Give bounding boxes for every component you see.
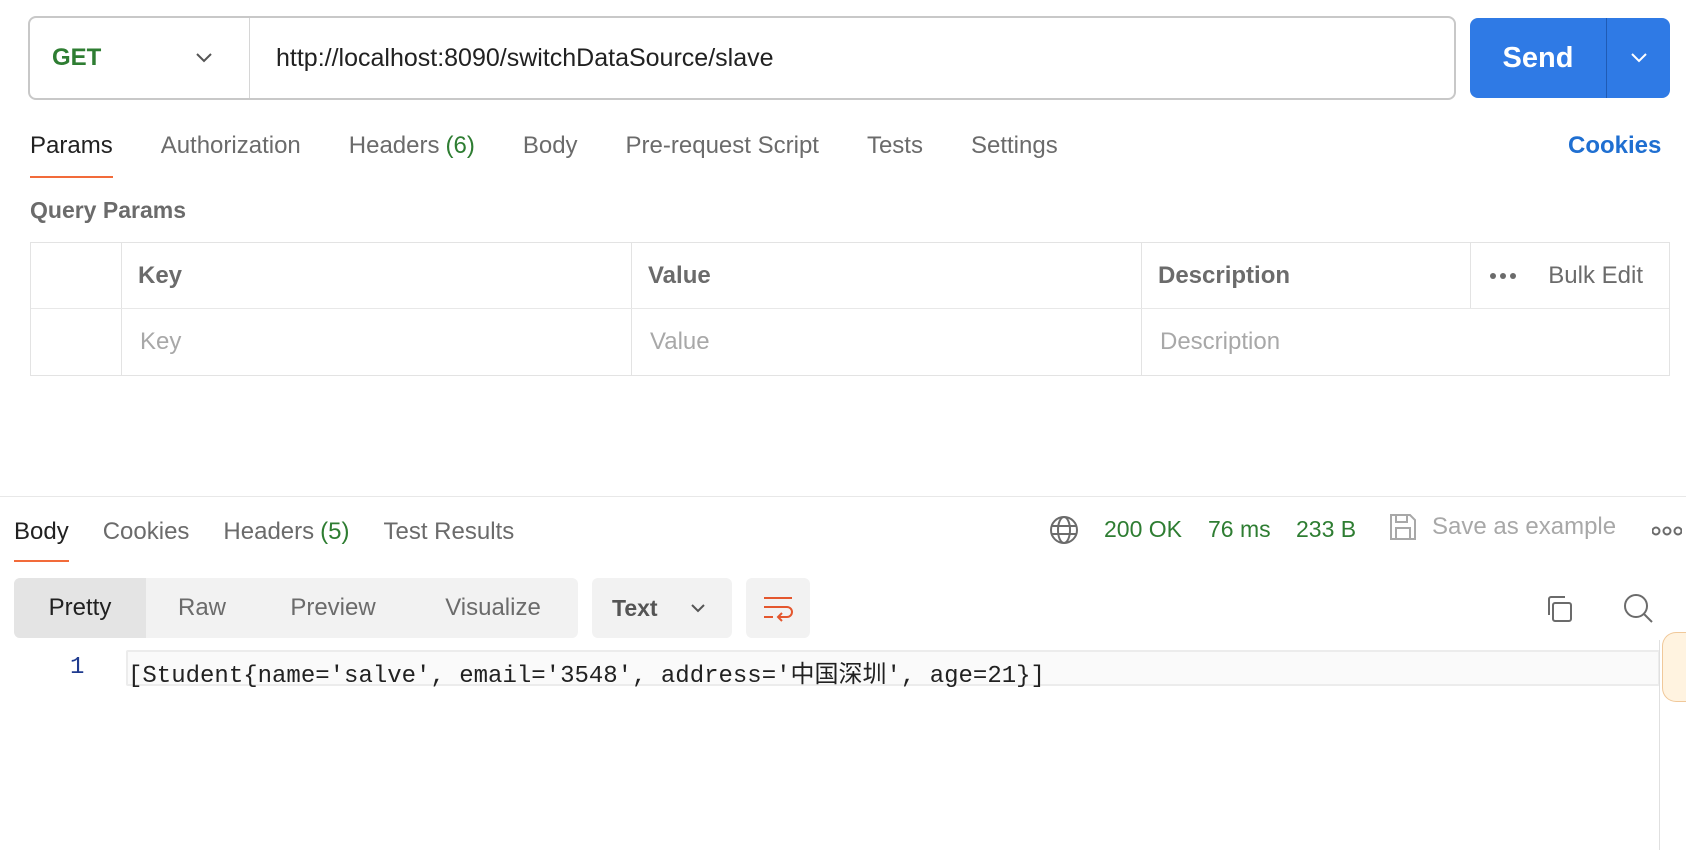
response-tab-test-results[interactable]: Test Results bbox=[383, 512, 514, 562]
key-column-header: Key bbox=[122, 243, 632, 308]
checkbox-column-header bbox=[31, 243, 122, 308]
format-label: Text bbox=[612, 594, 658, 621]
description-input[interactable]: Description bbox=[1142, 309, 1669, 375]
view-mode-preview[interactable]: Preview bbox=[258, 578, 408, 638]
send-options-button[interactable] bbox=[1606, 18, 1670, 98]
query-params-title: Query Params bbox=[30, 197, 186, 223]
view-mode-visualize[interactable]: Visualize bbox=[408, 578, 578, 638]
response-headers-count: (5) bbox=[320, 518, 350, 545]
send-button[interactable]: Send bbox=[1470, 18, 1606, 98]
view-mode-selector: Pretty Raw Preview Visualize bbox=[14, 578, 578, 638]
description-column-header: Description bbox=[1142, 243, 1471, 308]
headers-count: (6) bbox=[445, 132, 475, 159]
more-options-icon[interactable] bbox=[1652, 526, 1682, 536]
format-select[interactable]: Text bbox=[592, 578, 732, 638]
response-status[interactable]: 200 OK bbox=[1104, 516, 1182, 543]
response-tab-headers[interactable]: Headers (5) bbox=[223, 512, 349, 562]
key-input[interactable]: Key bbox=[122, 309, 632, 375]
chevron-down-icon bbox=[196, 53, 212, 63]
value-input[interactable]: Value bbox=[632, 309, 1142, 375]
search-icon[interactable] bbox=[1622, 592, 1654, 624]
copy-icon[interactable] bbox=[1544, 594, 1574, 624]
value-column-header: Value bbox=[632, 243, 1142, 308]
tab-params[interactable]: Params bbox=[30, 124, 113, 178]
method-select[interactable]: GET bbox=[30, 18, 250, 98]
chevron-down-icon bbox=[1630, 53, 1647, 63]
table-header-row: Key Value Description Bulk Edit bbox=[31, 243, 1669, 309]
save-as-example-label: Save as example bbox=[1432, 513, 1617, 540]
response-time[interactable]: 76 ms bbox=[1208, 516, 1271, 543]
save-icon bbox=[1390, 514, 1416, 540]
query-params-table: Key Value Description Bulk Edit Key Valu… bbox=[30, 242, 1670, 376]
request-tabs: Params Authorization Headers (6) Body Pre… bbox=[30, 124, 1106, 178]
tab-headers[interactable]: Headers (6) bbox=[349, 124, 475, 178]
method-label: GET bbox=[52, 44, 102, 71]
tab-tests[interactable]: Tests bbox=[867, 124, 923, 178]
request-url-bar: GET bbox=[28, 16, 1456, 100]
tab-body[interactable]: Body bbox=[523, 124, 578, 178]
more-options-icon[interactable] bbox=[1489, 272, 1517, 280]
view-mode-pretty[interactable]: Pretty bbox=[14, 578, 146, 638]
globe-icon[interactable] bbox=[1048, 514, 1080, 546]
wrap-lines-button[interactable] bbox=[746, 578, 810, 638]
side-panel-handle[interactable] bbox=[1662, 632, 1686, 702]
row-checkbox-cell bbox=[31, 309, 122, 375]
response-tab-cookies[interactable]: Cookies bbox=[103, 512, 190, 562]
table-row: Key Value Description bbox=[31, 309, 1669, 375]
response-size[interactable]: 233 B bbox=[1296, 516, 1356, 543]
table-actions: Bulk Edit bbox=[1471, 243, 1669, 308]
view-mode-raw[interactable]: Raw bbox=[146, 578, 258, 638]
tab-pre-request-script[interactable]: Pre-request Script bbox=[626, 124, 819, 178]
response-body-text[interactable]: [Student{name='salve', email='3548', add… bbox=[128, 654, 1045, 690]
bulk-edit-button[interactable]: Bulk Edit bbox=[1548, 262, 1643, 290]
response-divider[interactable] bbox=[0, 496, 1686, 497]
response-tab-body[interactable]: Body bbox=[14, 512, 69, 562]
code-line: 1 [Student{name='salve', email='3548', a… bbox=[0, 650, 1660, 690]
chevron-down-icon bbox=[691, 604, 705, 613]
send-button-group: Send bbox=[1470, 18, 1670, 98]
tab-settings[interactable]: Settings bbox=[971, 124, 1058, 178]
url-input[interactable] bbox=[250, 18, 1454, 98]
cookies-link[interactable]: Cookies bbox=[1568, 132, 1661, 160]
tab-authorization[interactable]: Authorization bbox=[161, 124, 301, 178]
save-as-example-button[interactable]: Save as example bbox=[1388, 512, 1616, 542]
response-tabs: Body Cookies Headers (5) Test Results bbox=[14, 512, 548, 562]
editor-gutter-divider bbox=[1659, 640, 1660, 850]
wrap-lines-icon bbox=[764, 597, 793, 622]
line-number: 1 bbox=[70, 654, 85, 681]
